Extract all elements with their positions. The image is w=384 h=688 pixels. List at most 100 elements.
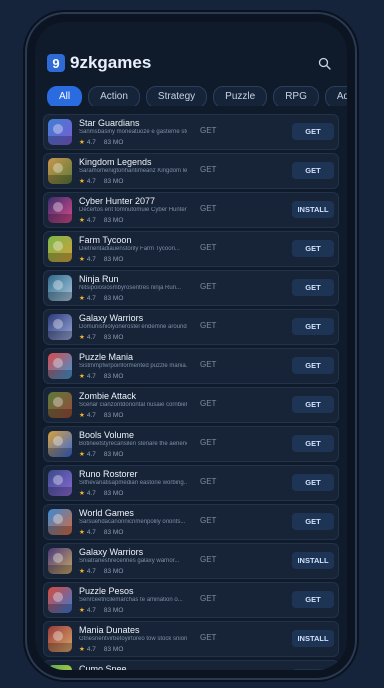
game-list: Star Guardians Sanmsbasiny moneatuoze e g… <box>43 114 339 670</box>
game-size: 83 MO <box>103 295 124 302</box>
game-row[interactable]: Galaxy Warriors Domunishiolyonerostel end… <box>43 309 339 345</box>
game-description: Sniatraneshrecennes galaxy warrior... <box>79 558 180 564</box>
game-size: 83 MO <box>103 412 124 419</box>
star-icon: ★ <box>79 178 85 185</box>
game-row[interactable]: Ninja Run Nitsipoiosiosmbyrosentres ninja… <box>43 270 339 306</box>
game-description: Nitsipoiosiosmbyrosentres ninja Run... <box>79 285 182 291</box>
game-row[interactable]: Cumo SneeSabre bicbontnerbiord moves spe… <box>43 660 339 670</box>
star-icon: ★ <box>79 256 85 263</box>
phone-frame: 9 9zkgames AllActionStrategyPuzzleRPGAdv… <box>27 14 355 678</box>
get-button[interactable]: GET <box>292 513 334 530</box>
game-row[interactable]: Bools Volume Botineetstyrecansilen stenar… <box>43 426 339 462</box>
game-rating: 4.7 <box>86 256 96 263</box>
game-row[interactable]: Kingdom Legends Saramomenigtonhantimeanz … <box>43 153 339 189</box>
game-title: Zombie Attack <box>79 391 137 401</box>
get-link[interactable]: GET <box>200 555 216 564</box>
game-row[interactable]: Zombie Attack Scenar cianzontdonontal nus… <box>43 387 339 423</box>
game-size: 83 MO <box>103 217 124 224</box>
game-row[interactable]: Galaxy Warriors Sniatraneshrecennes galax… <box>43 543 339 579</box>
get-link[interactable]: GET <box>200 360 216 369</box>
star-icon: ★ <box>79 412 85 419</box>
game-rating: 4.7 <box>86 607 96 614</box>
power-button <box>355 236 358 296</box>
get-link[interactable]: GET <box>200 243 216 252</box>
get-link[interactable]: GET <box>200 204 216 213</box>
get-button[interactable]: GET <box>292 240 334 257</box>
get-link[interactable]: GET <box>200 516 216 525</box>
get-button[interactable]: GET <box>292 435 334 452</box>
game-title: World Games <box>79 508 134 518</box>
tab-rpg[interactable]: RPG <box>273 86 319 106</box>
game-row[interactable]: Puzzle Pesos Senrceetricilemarchas te ami… <box>43 582 339 618</box>
get-link[interactable]: GET <box>200 321 216 330</box>
game-title: Farm Tycoon <box>79 235 132 245</box>
game-meta: ★ 4.7 83 MO <box>79 372 123 380</box>
install-button[interactable]: INSTALL <box>292 630 334 647</box>
install-button[interactable]: INSTALL <box>292 201 334 218</box>
get-button[interactable]: GET <box>292 318 334 335</box>
game-thumbnail <box>48 548 72 574</box>
game-thumbnail <box>48 665 72 670</box>
game-size: 83 MO <box>103 646 124 653</box>
tab-puzzle[interactable]: Puzzle <box>213 86 268 106</box>
tab-strategy[interactable]: Strategy <box>145 86 208 106</box>
game-title: Puzzle Pesos <box>79 586 134 596</box>
get-link[interactable]: GET <box>200 633 216 642</box>
game-thumbnail <box>48 314 72 340</box>
game-size: 83 MO <box>103 178 124 185</box>
get-link[interactable]: GET <box>200 438 216 447</box>
get-link[interactable]: GET <box>200 282 216 291</box>
volume-button <box>355 150 358 188</box>
game-thumbnail <box>48 626 72 652</box>
game-meta: ★ 4.7 83 MO <box>79 567 123 575</box>
get-button[interactable]: GET <box>292 396 334 413</box>
game-rating: 4.7 <box>86 529 96 536</box>
game-row[interactable]: World Games Sarsuehdacanonnicrimenpolily … <box>43 504 339 540</box>
tab-action[interactable]: Action <box>88 86 140 106</box>
install-button[interactable]: INSTALL <box>292 669 334 670</box>
game-description: Dietrientadiauenstorily Farm Tycoon... <box>79 246 180 252</box>
game-meta: ★ 4.7 83 MO <box>79 528 123 536</box>
get-link[interactable]: GET <box>200 477 216 486</box>
get-button[interactable]: GET <box>292 279 334 296</box>
get-button[interactable]: GET <box>292 162 334 179</box>
install-button[interactable]: INSTALL <box>292 552 334 569</box>
game-row[interactable]: Mania Dunates Gtnesnentvirbetoyirtoreo to… <box>43 621 339 657</box>
get-button[interactable]: GET <box>292 357 334 374</box>
game-rating: 4.7 <box>86 139 96 146</box>
get-button[interactable]: GET <box>292 591 334 608</box>
game-thumbnail <box>48 197 72 223</box>
game-thumbnail <box>48 392 72 418</box>
tab-all[interactable]: All <box>47 86 83 106</box>
game-size: 83 MO <box>103 373 124 380</box>
get-button[interactable]: GET <box>292 474 334 491</box>
game-row[interactable]: Star Guardians Sanmsbasiny moneatuoze e g… <box>43 114 339 150</box>
game-size: 83 MO <box>103 139 124 146</box>
game-description: Sanmsbasiny moneatuoze e gasterne store … <box>79 129 187 135</box>
get-link[interactable]: GET <box>200 126 216 135</box>
game-description: Gtnesnentvirbetoyirtoreo tow stock snior… <box>79 636 187 642</box>
game-title: Cyber Hunter 2077 <box>79 196 156 206</box>
game-row[interactable]: Farm Tycoon Dietrientadiauenstorily Farm … <box>43 231 339 267</box>
get-link[interactable]: GET <box>200 594 216 603</box>
star-icon: ★ <box>79 607 85 614</box>
game-meta: ★ 4.7 83 MO <box>79 216 123 224</box>
game-thumbnail <box>48 587 72 613</box>
game-description: Saramomenigtonhantimeanz Kingdom legeo..… <box>79 168 187 174</box>
game-meta: ★ 4.7 83 MO <box>79 450 123 458</box>
tab-adventure[interactable]: Adventure <box>324 86 347 106</box>
game-description: Domunishiolyonerostel endemne around... <box>79 324 187 330</box>
get-button[interactable]: GET <box>292 123 334 140</box>
get-link[interactable]: GET <box>200 399 216 408</box>
game-row[interactable]: Cyber Hunter 2077 Decertos ent tomnutomui… <box>43 192 339 228</box>
star-icon: ★ <box>79 217 85 224</box>
game-row[interactable]: Runo Rostorer Sithevariatisapmedian easto… <box>43 465 339 501</box>
game-description: Botineetstyrecansilen stenare the aenene… <box>79 441 187 447</box>
game-row[interactable]: Puzzle Mania Sistmmpfwrpoinformented puzz… <box>43 348 339 384</box>
search-button[interactable] <box>313 52 335 74</box>
game-description: Scenar cianzontdonontal nusaie cornbiele… <box>79 402 187 408</box>
game-size: 83 MO <box>103 334 124 341</box>
get-link[interactable]: GET <box>200 165 216 174</box>
game-description: Sarsuehdacanonnicrimenpolily orionts... <box>79 519 186 525</box>
game-thumbnail <box>48 236 72 262</box>
